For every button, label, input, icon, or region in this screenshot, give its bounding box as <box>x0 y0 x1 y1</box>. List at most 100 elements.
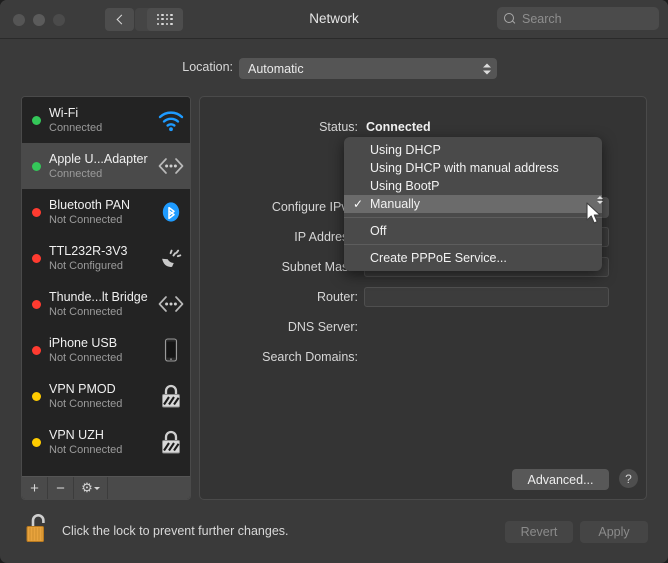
status-value: Connected <box>366 120 431 134</box>
help-button[interactable]: ? <box>619 469 638 488</box>
network-preferences-window: Network Search Location: Automatic Wi-Fi… <box>0 0 668 563</box>
advanced-button[interactable]: Advanced... <box>512 469 609 490</box>
configure-ipv4-label: Configure IPv4: <box>271 200 358 214</box>
iphone-icon <box>164 338 178 362</box>
service-status-dot <box>32 207 41 217</box>
service-name: Wi-Fi <box>49 105 79 120</box>
menu-item[interactable]: Using BootP <box>344 177 602 195</box>
network-service-item[interactable]: Thunde...lt Bridge Not Connected <box>22 281 190 327</box>
service-name: TTL232R-3V3 <box>49 243 128 258</box>
gear-icon: ⚙ <box>81 480 93 495</box>
search-placeholder: Search <box>522 11 562 26</box>
service-icon-wrap <box>154 381 188 411</box>
search-input[interactable]: Search <box>497 7 659 30</box>
service-text-block: Thunde...lt Bridge Not Connected <box>49 290 154 319</box>
menu-item[interactable]: ✓ Manually <box>344 195 602 213</box>
subnet-mask-label: Subnet Mask: <box>281 260 358 274</box>
service-text-block: VPN PMOD Not Connected <box>49 382 154 411</box>
service-status: Not Configured <box>49 259 123 272</box>
network-service-item[interactable]: VPN UZH Not Connected <box>22 419 190 465</box>
service-status-dot <box>32 253 41 263</box>
remove-service-button[interactable]: − <box>48 477 74 499</box>
modem-icon <box>162 249 182 267</box>
search-domains-row: Search Domains: <box>200 347 648 367</box>
menu-item-label: Off <box>370 224 387 238</box>
network-services-sidebar: Wi-Fi Connected Apple U...Adapter Connected… <box>21 96 191 500</box>
dns-server-row: DNS Server: <box>200 317 648 337</box>
wifi-icon <box>158 111 184 132</box>
service-status: Not Connected <box>49 305 123 318</box>
service-status-dot <box>32 115 41 125</box>
status-label: Status: <box>319 120 358 134</box>
menu-item-label: Using BootP <box>370 179 440 193</box>
service-status: Connected <box>49 121 103 134</box>
service-text-block: VPN UZH Not Connected <box>49 428 154 457</box>
network-service-item[interactable]: iPhone USB Not Connected <box>22 327 190 373</box>
menu-item-label: Manually <box>370 197 421 211</box>
menu-item[interactable]: Off <box>344 222 602 240</box>
router-row: Router: <box>200 287 648 307</box>
network-service-item[interactable]: VPN PMOD Not Connected <box>22 373 190 419</box>
service-status: Connected <box>49 167 103 180</box>
menu-item-label: Using DHCP <box>370 143 441 157</box>
service-icon-wrap <box>154 151 188 181</box>
network-service-item[interactable]: Bluetooth PAN Not Connected <box>22 189 190 235</box>
location-label: Location: <box>182 60 233 74</box>
bluetooth-icon <box>162 202 180 222</box>
vpn-lock-icon <box>162 430 180 454</box>
service-status: Not Connected <box>49 443 123 456</box>
service-text-block: Bluetooth PAN Not Connected <box>49 198 154 227</box>
service-text-block: iPhone USB Not Connected <box>49 336 154 365</box>
router-input[interactable] <box>364 287 609 307</box>
menu-separator <box>344 217 602 218</box>
service-status-dot <box>32 299 41 309</box>
sidebar-toolbar-filler <box>108 477 190 499</box>
router-label: Router: <box>317 290 358 304</box>
service-text-block: Apple U...Adapter Connected <box>49 152 154 181</box>
service-status-dot <box>32 437 41 447</box>
menu-item-label: Create PPPoE Service... <box>370 251 507 265</box>
service-name: iPhone USB <box>49 335 118 350</box>
revert-button[interactable]: Revert <box>505 521 573 543</box>
service-name: Bluetooth PAN <box>49 197 131 212</box>
menu-separator <box>344 244 602 245</box>
service-status: Not Connected <box>49 213 123 226</box>
menu-item[interactable]: Create PPPoE Service... <box>344 249 602 267</box>
status-row: Status: Connected <box>200 117 648 137</box>
service-status-dot <box>32 391 41 401</box>
service-icon-wrap <box>154 197 188 227</box>
lock-hint-text: Click the lock to prevent further change… <box>62 524 289 538</box>
mouse-cursor <box>586 202 601 224</box>
service-icon-wrap <box>154 243 188 273</box>
service-icon-wrap <box>154 335 188 365</box>
network-service-item[interactable]: Apple U...Adapter Connected <box>22 143 190 189</box>
ip-address-label: IP Address: <box>294 230 358 244</box>
network-service-item[interactable]: TTL232R-3V3 Not Configured <box>22 235 190 281</box>
service-status-dot <box>32 161 41 171</box>
menu-item[interactable]: Using DHCP <box>344 141 602 159</box>
checkmark-icon: ✓ <box>353 197 364 211</box>
apply-button[interactable]: Apply <box>580 521 648 543</box>
service-name: Apple U...Adapter <box>49 151 148 166</box>
service-name: Thunde...lt Bridge <box>49 289 148 304</box>
service-name: VPN UZH <box>49 427 104 442</box>
unlocked-padlock-icon <box>26 514 45 542</box>
service-icon-wrap <box>154 105 188 135</box>
lock-button[interactable] <box>24 512 54 551</box>
service-text-block: Wi-Fi Connected <box>49 106 154 135</box>
location-dropdown[interactable]: Automatic <box>239 58 497 79</box>
network-service-item[interactable]: Wi-Fi Connected <box>22 97 190 143</box>
window-toolbar: Network Search <box>0 0 668 39</box>
service-text-block: TTL232R-3V3 Not Configured <box>49 244 154 273</box>
sidebar-toolbar: + − ⚙ <box>22 476 190 499</box>
search-icon <box>504 12 516 25</box>
service-icon-wrap <box>154 289 188 319</box>
configure-ipv4-menu[interactable]: Using DHCP Using DHCP with manual address… <box>344 137 602 271</box>
location-selected-value: Automatic <box>248 61 304 76</box>
menu-item[interactable]: Using DHCP with manual address <box>344 159 602 177</box>
chevron-down-icon <box>93 486 100 490</box>
service-name: VPN PMOD <box>49 381 116 396</box>
add-service-button[interactable]: + <box>22 477 48 499</box>
network-services-list[interactable]: Wi-Fi Connected Apple U...Adapter Connected… <box>22 97 190 478</box>
service-actions-button[interactable]: ⚙ <box>74 477 108 499</box>
